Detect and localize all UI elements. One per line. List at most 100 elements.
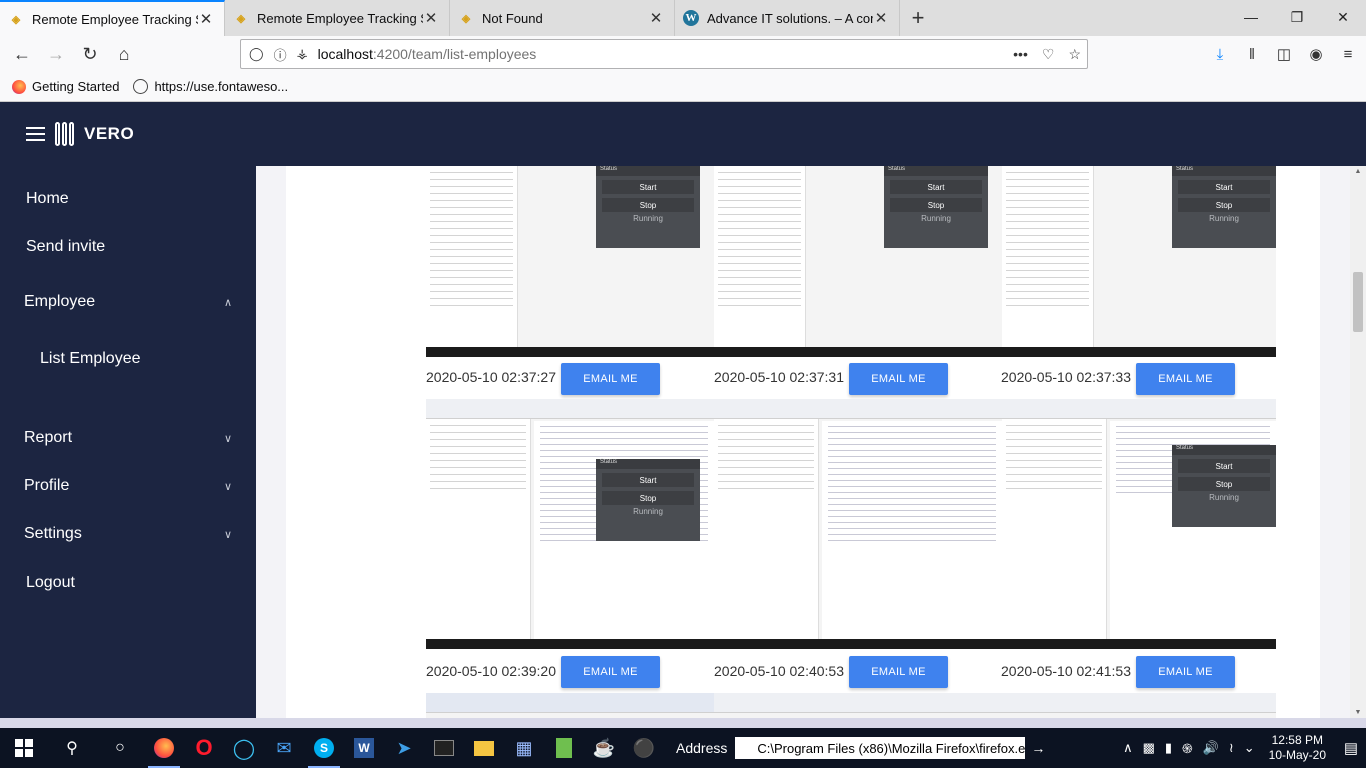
sidebar-item-label: Settings [24,525,82,542]
address-toolbar-input[interactable]: C:\Program Files (x86)\Mozilla Firefox\f… [735,737,1026,759]
terminal-icon[interactable] [424,728,464,768]
minimize-icon[interactable]: — [1228,0,1274,34]
browser-tab-3[interactable]: ◈ Not Found ✕ [450,0,675,36]
close-tab-icon[interactable]: ✕ [198,10,214,28]
screenshot-thumbnail[interactable] [714,399,1002,649]
sidebar-item-home[interactable]: Home [0,179,256,219]
scroll-down-icon[interactable]: ▼ [1350,709,1366,716]
virtualbox-icon[interactable]: ▦ [504,728,544,768]
screenshot-thumbnail[interactable] [714,693,1002,718]
email-me-button[interactable]: EMAIL ME [849,656,948,688]
back-icon[interactable]: ← [6,38,38,70]
address-bar[interactable]: ◯ ⓘ ⚶ localhost:4200/team/list-employees… [240,39,1088,69]
sidebar-item-label: Home [26,190,69,207]
email-me-button[interactable]: EMAIL ME [1136,656,1235,688]
sidebar-item-employee[interactable]: Employee ∧ [0,282,256,322]
sidebar-item-list-employee[interactable]: List Employee [0,339,256,379]
mail-icon[interactable]: ✉ [264,728,304,768]
close-tab-icon[interactable]: ✕ [648,9,664,27]
sidebar-item-profile[interactable]: Profile ∨ [0,466,256,506]
hamburger-menu-icon[interactable] [26,127,45,141]
email-me-button[interactable]: EMAIL ME [561,363,660,395]
app-header: VERO [0,102,1366,166]
bookmark-star-icon[interactable]: ☆ [1068,46,1081,63]
forward-icon[interactable]: → [40,38,72,70]
battery-icon[interactable]: ▮ [1165,740,1172,756]
sidebar-item-send-invite[interactable]: Send invite [0,227,256,267]
sidebar-toggle-icon[interactable]: ◫ [1274,38,1294,70]
url-host: localhost [317,46,373,62]
shield-icon[interactable]: ◯ [249,46,264,62]
browser-tab-2[interactable]: ◈ Remote Employee Tracking Sys ✕ [225,0,450,36]
pocket-icon[interactable]: ♡ [1042,46,1055,63]
info-icon[interactable]: ⓘ [274,45,287,64]
sidebar: Home Send invite Employee ∧ List Employee… [0,166,256,718]
menu-icon[interactable]: ≡ [1338,38,1358,70]
browser-tab-1[interactable]: ◈ Remote Employee Tracking Sys ✕ [0,0,225,36]
tab-title: Remote Employee Tracking Sys [32,11,198,27]
vero-favicon-icon: ◈ [11,13,21,26]
firefox-taskbar-icon[interactable] [144,728,184,768]
bluetooth-icon[interactable]: ֍ [1182,739,1193,757]
screenshot-thumbnail[interactable]: Status Start Stop Running [1002,166,1276,357]
clock-time: 12:58 PM [1271,733,1323,747]
close-tab-icon[interactable]: ✕ [423,9,439,27]
close-window-icon[interactable]: ✕ [1320,0,1366,34]
screenshot-gallery: Status Start Stop Running Status Start Stop Ru… [286,166,1320,718]
restore-icon[interactable]: ❐ [1274,0,1320,34]
network-icon[interactable]: ▩ [1143,740,1155,756]
windows-start-icon[interactable] [0,728,48,768]
tracker-window: Status Start Stop Running [1172,445,1276,527]
new-tab-icon[interactable]: + [900,0,936,36]
page-scrollbar[interactable]: ▲ ▼ [1350,166,1366,718]
screenshot-thumbnail[interactable] [1002,693,1276,718]
volume-icon[interactable]: 🔊 [1203,740,1219,756]
screenshot-thumbnail[interactable] [426,693,714,718]
account-icon[interactable]: ◉ [1306,38,1326,70]
skype-icon[interactable]: S [304,728,344,768]
vero-logo-icon [55,122,74,146]
library-icon[interactable]: ‖ [1242,38,1262,70]
browser-tab-4[interactable]: W Advance IT solutions. – A comp ✕ [675,0,900,36]
address-toolbar-label: Address [676,740,728,756]
email-me-button[interactable]: EMAIL ME [561,656,660,688]
wifi-icon[interactable]: ≀ [1229,740,1234,756]
search-icon[interactable]: ⚲ [48,728,96,768]
task-view-icon[interactable]: ○ [96,728,144,768]
download-icon[interactable]: ⤓ [1210,38,1230,70]
notifications-icon[interactable]: ▤ [1336,739,1366,757]
word-icon[interactable]: W [344,728,384,768]
java-icon[interactable]: ☕ [584,728,624,768]
email-me-button[interactable]: EMAIL ME [849,363,948,395]
page-actions-icon[interactable]: ••• [1013,46,1028,63]
screenshot-thumbnail[interactable]: Status Start Stop Running [426,399,714,649]
edge-icon[interactable]: ◯ [224,728,264,768]
scrollbar-thumb[interactable] [1353,272,1363,332]
email-me-button[interactable]: EMAIL ME [1136,363,1235,395]
bookmark-getting-started[interactable]: Getting Started [12,79,119,94]
scroll-up-icon[interactable]: ▲ [1350,168,1366,175]
paint-icon[interactable]: ⚫ [624,728,664,768]
close-tab-icon[interactable]: ✕ [873,9,889,27]
opera-icon[interactable]: O [184,728,224,768]
screenshot-timestamp: 2020-05-10 02:40:53 [714,663,844,679]
sheet-editor-icon[interactable] [544,728,584,768]
sidebar-item-label: Profile [24,477,70,494]
screenshot-thumbnail[interactable]: Status Start Stop Running [1002,399,1276,649]
bookmark-fontawesome[interactable]: https://use.fontaweso... [133,79,288,94]
go-arrow-icon[interactable]: → [1031,740,1045,756]
tracker-window: Status Start Stop Running [596,459,700,541]
screenshot-thumbnail[interactable]: Status Start Stop Running [426,166,714,357]
file-explorer-icon[interactable] [464,728,504,768]
main-content: Status Start Stop Running Status Start Stop Ru… [256,166,1350,718]
sidebar-item-settings[interactable]: Settings ∨ [0,514,256,554]
chevron-up-icon[interactable]: ∧ [1123,740,1133,756]
vscode-icon[interactable]: ➤ [384,728,424,768]
screenshot-thumbnail[interactable]: Status Start Stop Running [714,166,1002,357]
reload-icon[interactable]: ↻ [74,38,106,70]
home-icon[interactable]: ⌂ [108,38,140,70]
sidebar-item-report[interactable]: Report ∨ [0,418,256,458]
sidebar-item-logout[interactable]: Logout [0,563,256,603]
taskbar-clock[interactable]: 12:58 PM 10-May-20 [1269,733,1326,763]
language-icon[interactable]: ⌄ [1244,740,1255,756]
